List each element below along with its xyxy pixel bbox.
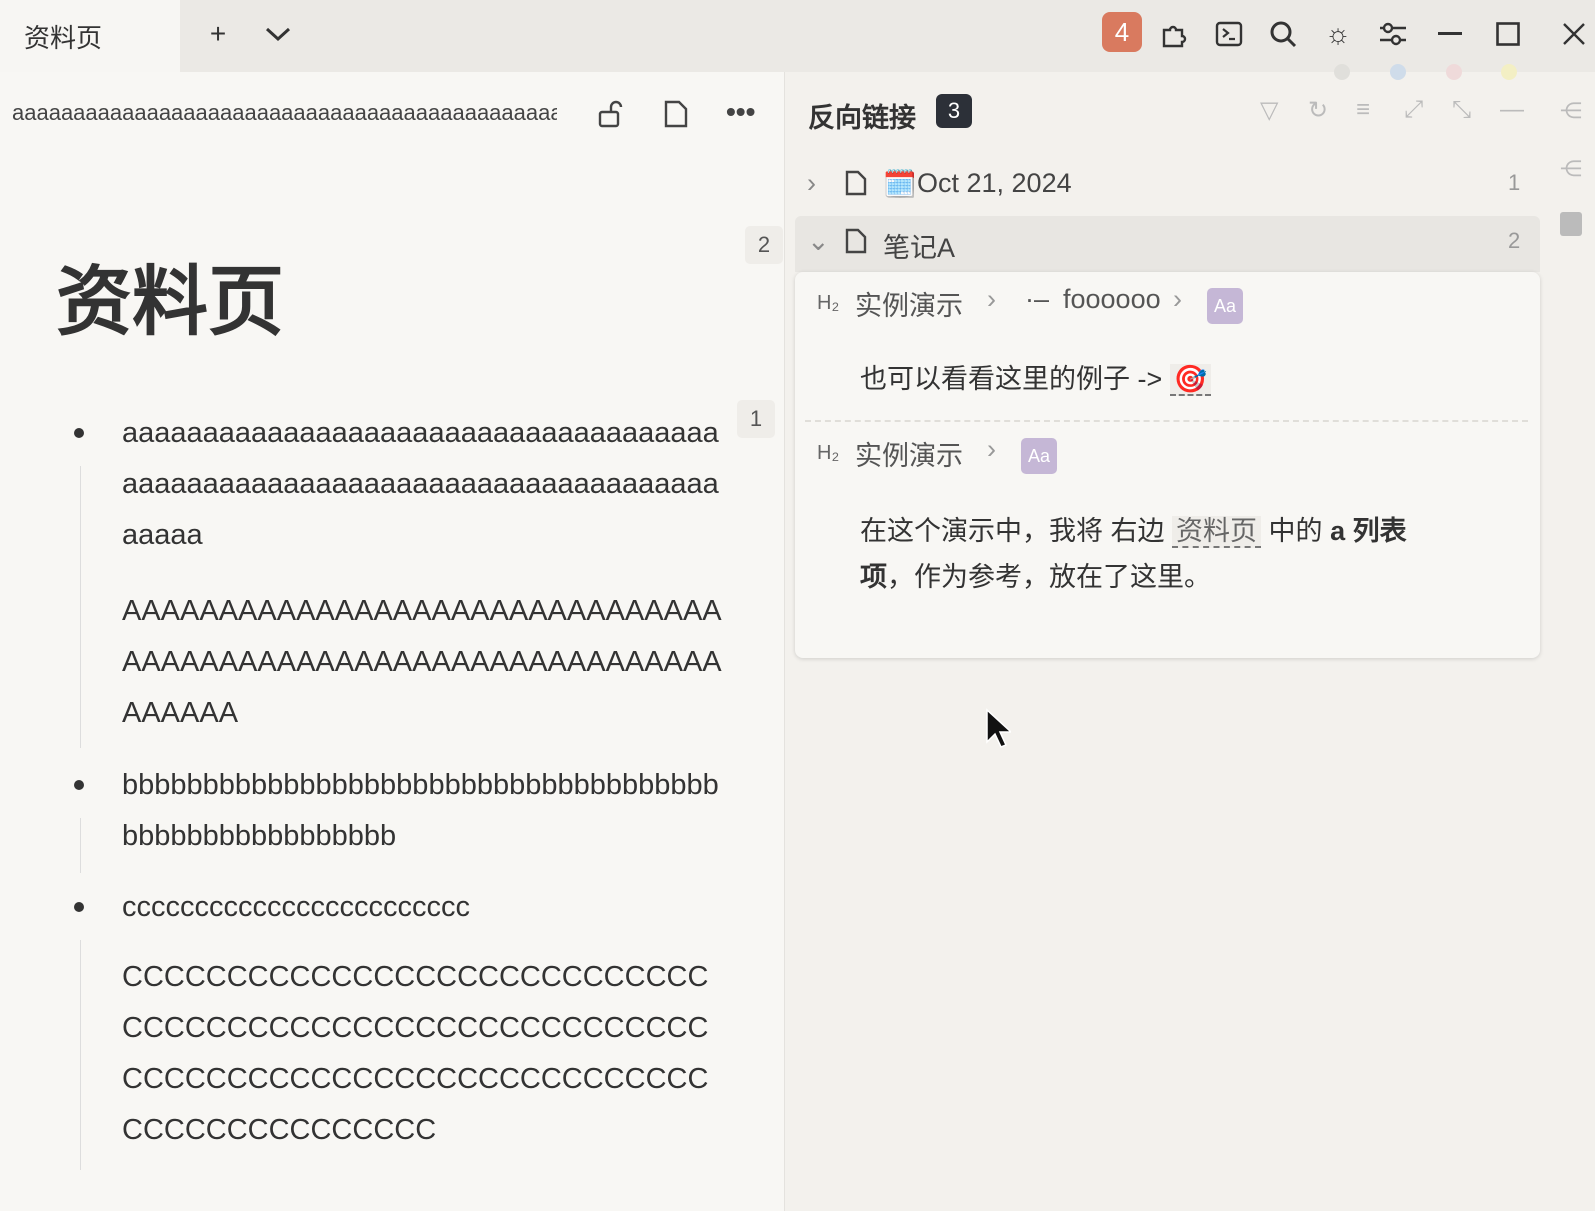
clipboard-check-icon[interactable] bbox=[1560, 212, 1582, 236]
chevron-right-icon[interactable]: › bbox=[807, 168, 816, 199]
title-ref-count[interactable]: 2 bbox=[745, 226, 783, 264]
minimize-panel-icon[interactable]: — bbox=[1500, 96, 1524, 124]
document-icon bbox=[845, 228, 867, 261]
breadcrumb-item[interactable]: 实例演示 bbox=[855, 284, 963, 323]
puzzle-icon[interactable] bbox=[1154, 14, 1194, 54]
list-item-text[interactable]: bbbbbbbbbbbbbbbbbbbbbbbbbbbbbbbbbbbbbbbb… bbox=[122, 760, 732, 862]
divider bbox=[805, 420, 1528, 422]
block-ref-emoji[interactable]: 🎯 bbox=[1169, 364, 1212, 396]
backlink-doc[interactable]: › 🗓️ Oct 21, 2024 1 bbox=[795, 158, 1540, 212]
text-block-icon[interactable]: Aa bbox=[1021, 438, 1057, 474]
bullet[interactable] bbox=[74, 428, 84, 438]
color-dot bbox=[1501, 64, 1517, 80]
backlink-text[interactable]: 在这个演示中，我将 右边 资料页 中的 a 列表项，作为参考，放在了这里。 bbox=[860, 508, 1460, 600]
list-item-paragraph[interactable]: AAAAAAAAAAAAAAAAAAAAAAAAAAAAAAAAAAAAAAAA… bbox=[122, 586, 722, 739]
bullet[interactable] bbox=[74, 780, 84, 790]
tab-active[interactable]: 资料页 bbox=[0, 0, 180, 72]
ref-count: 1 bbox=[1508, 170, 1521, 195]
backlink-card: H₂ 实例演示 › ·– foooooo › Aa 也可以看看这里的例子 -> … bbox=[795, 272, 1540, 658]
refresh-icon[interactable]: ↻ bbox=[1308, 96, 1328, 125]
tab-list-button[interactable] bbox=[258, 14, 298, 54]
filter-icon[interactable]: ▽ bbox=[1260, 96, 1278, 125]
maximize-icon[interactable] bbox=[1488, 14, 1528, 54]
indent-guide bbox=[80, 466, 81, 748]
graph-icon[interactable]: ⋲ bbox=[1560, 98, 1582, 124]
backlinks-count: 3 bbox=[936, 94, 972, 128]
close-icon[interactable] bbox=[1554, 14, 1594, 54]
list-item-paragraph[interactable]: CCCCCCCCCCCCCCCCCCCCCCCCCCCCCCCCCCCCCCCC… bbox=[122, 952, 722, 1156]
breadcrumb[interactable]: aaaaaaaaaaaaaaaaaaaaaaaaaaaaaaaaaaaaaaaa… bbox=[12, 100, 557, 126]
add-tab-button[interactable]: + bbox=[198, 14, 238, 54]
indent-guide bbox=[80, 818, 81, 873]
color-dot bbox=[1334, 64, 1350, 80]
share-icon[interactable]: ⋲ bbox=[1560, 156, 1582, 182]
breadcrumb-item[interactable]: foooooo bbox=[1063, 284, 1161, 315]
unlock-icon[interactable] bbox=[598, 100, 624, 133]
color-dot bbox=[1390, 64, 1406, 80]
block-ref[interactable]: 资料页 bbox=[1172, 516, 1262, 548]
terminal-icon[interactable] bbox=[1209, 14, 1249, 54]
list-item-icon: ·– bbox=[1025, 284, 1050, 314]
search-icon[interactable] bbox=[1263, 14, 1303, 54]
item-ref-count[interactable]: 1 bbox=[737, 400, 775, 438]
document-icon[interactable] bbox=[664, 100, 688, 133]
list-item-text[interactable]: aaaaaaaaaaaaaaaaaaaaaaaaaaaaaaaaaaaaaaaa… bbox=[122, 408, 732, 561]
heading-icon: H₂ bbox=[817, 292, 840, 314]
sliders-icon[interactable] bbox=[1373, 14, 1413, 54]
text-block-icon[interactable]: Aa bbox=[1207, 288, 1243, 324]
collapse-icon[interactable]: ⤡ bbox=[1452, 96, 1471, 124]
doc-name: 笔记A bbox=[883, 233, 956, 263]
ref-count: 2 bbox=[1508, 228, 1521, 253]
chevron-right-icon: › bbox=[987, 284, 996, 314]
chevron-down-icon[interactable]: ⌄ bbox=[807, 226, 830, 257]
heading-icon: H₂ bbox=[817, 442, 840, 464]
calendar-icon: 🗓️ bbox=[883, 169, 917, 199]
backlink-text[interactable]: 也可以看看这里的例子 -> 🎯 bbox=[860, 356, 1212, 402]
breadcrumb-item[interactable]: 实例演示 bbox=[855, 434, 963, 473]
backlinks-title: 反向链接 bbox=[808, 103, 916, 133]
sort-icon[interactable]: ≡ bbox=[1356, 96, 1370, 124]
page-title[interactable]: 资料页 bbox=[56, 240, 284, 350]
minimize-icon[interactable] bbox=[1430, 14, 1470, 54]
document-icon bbox=[845, 170, 867, 203]
notification-badge[interactable]: 4 bbox=[1102, 12, 1142, 52]
bullet[interactable] bbox=[74, 902, 84, 912]
list-item-text[interactable]: cccccccccccccccccccccccc bbox=[122, 882, 732, 933]
indent-guide bbox=[80, 940, 81, 1170]
more-icon[interactable]: ••• bbox=[726, 96, 755, 128]
sun-icon[interactable]: ☼ bbox=[1318, 14, 1358, 54]
doc-name: Oct 21, 2024 bbox=[917, 168, 1072, 198]
color-dot bbox=[1446, 64, 1462, 80]
mouse-cursor bbox=[985, 708, 1013, 753]
chevron-right-icon: › bbox=[1173, 284, 1182, 314]
expand-icon[interactable]: ⤢ bbox=[1404, 96, 1423, 124]
chevron-right-icon: › bbox=[987, 434, 996, 464]
backlink-doc[interactable]: ⌄ 笔记A 2 bbox=[795, 216, 1540, 272]
